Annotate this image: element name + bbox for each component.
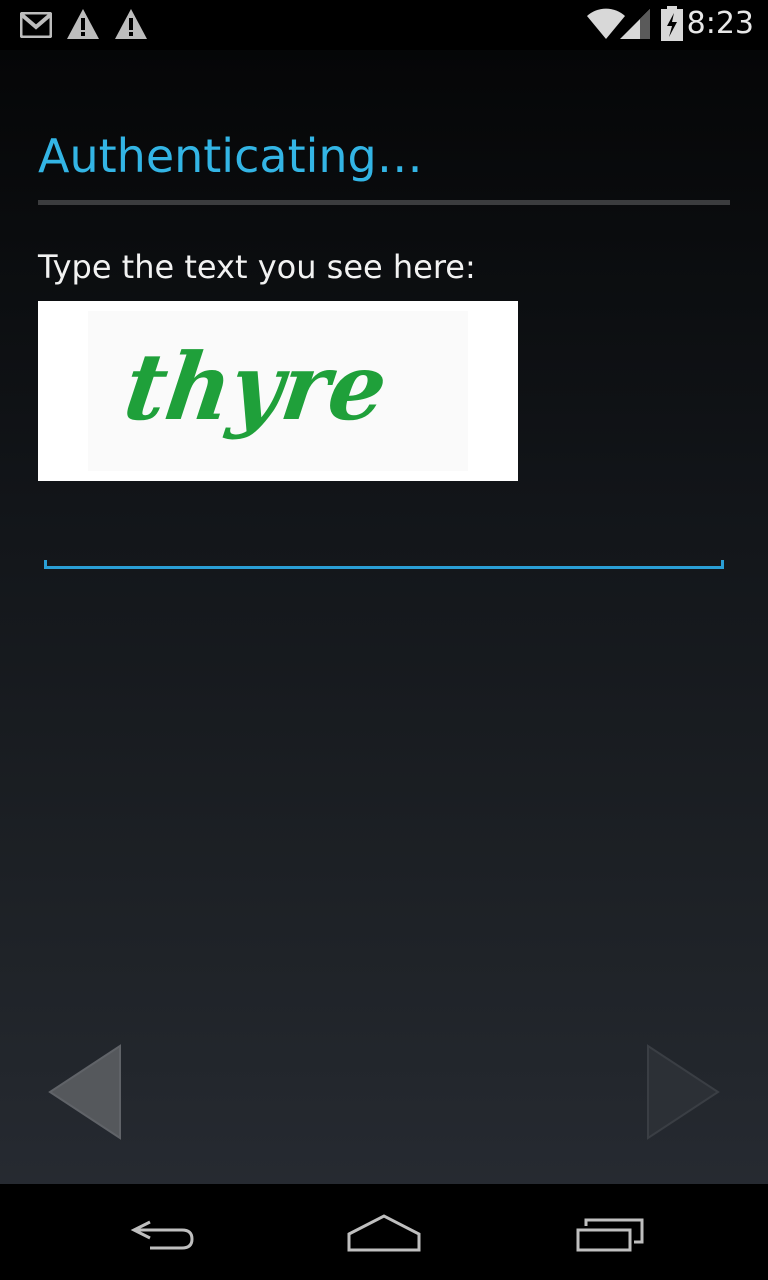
dialog-title: Authenticating… <box>38 129 423 183</box>
captcha-input-container[interactable] <box>44 520 724 572</box>
captcha-text: thyre <box>118 332 393 440</box>
status-bar: 8:23 <box>0 0 768 50</box>
status-clock: 8:23 <box>686 6 754 41</box>
signal-icon <box>620 8 652 44</box>
gmail-icon <box>19 11 53 42</box>
system-nav-bar <box>0 1184 768 1280</box>
next-arrow-icon[interactable] <box>646 1044 720 1144</box>
captcha-prompt: Type the text you see here: <box>38 248 476 286</box>
input-underline <box>44 566 724 569</box>
back-arrow-icon[interactable] <box>48 1044 122 1144</box>
auth-dialog: Authenticating… Type the text you see he… <box>0 50 768 1184</box>
warning-icon <box>66 8 100 44</box>
title-divider <box>38 200 730 205</box>
captcha-input[interactable] <box>44 520 724 568</box>
captcha-image: thyre <box>38 301 518 481</box>
back-icon[interactable] <box>90 1184 230 1280</box>
warning-icon <box>114 8 148 44</box>
home-icon[interactable] <box>314 1184 454 1280</box>
battery-charging-icon <box>660 6 684 46</box>
recents-icon[interactable] <box>540 1184 680 1280</box>
